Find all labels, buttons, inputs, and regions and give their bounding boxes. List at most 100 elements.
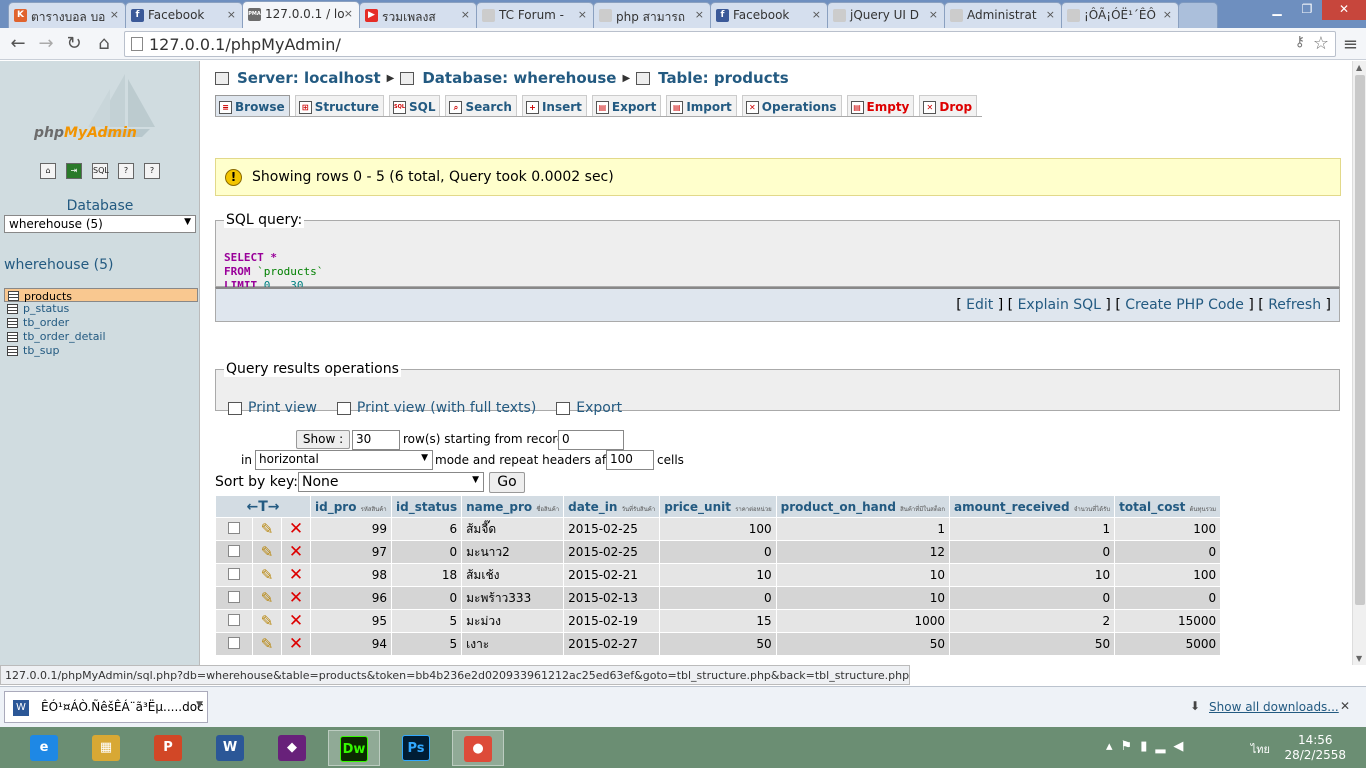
row-checkbox[interactable] — [228, 544, 240, 557]
sidebar-table-tb-order-detail[interactable]: tb_order_detail — [4, 330, 198, 344]
breadcrumb-server[interactable]: Server: localhost — [237, 69, 381, 87]
pma-logo[interactable]: phpMyAdmin — [34, 125, 137, 141]
tab-export[interactable]: ▤ Export — [591, 95, 662, 116]
taskbar-app-6[interactable]: Ps — [390, 730, 442, 766]
address-bar[interactable]: 127.0.0.1/phpMyAdmin/ ⚷ ☆ — [124, 31, 1336, 57]
browser-tab-3[interactable]: ▶ รวมเพลงส × — [359, 2, 477, 28]
battery-icon[interactable]: ▮ — [1140, 739, 1155, 754]
browser-tab-1[interactable]: f Facebook × — [125, 2, 243, 28]
database-title-link[interactable]: wherehouse (5) — [4, 257, 114, 273]
key-icon[interactable]: ⚷ — [1295, 34, 1305, 50]
tab-close-icon[interactable]: × — [461, 8, 470, 21]
tab-structure[interactable]: ⊞ Structure — [294, 95, 384, 116]
chevron-down-icon[interactable]: ▼ — [196, 700, 203, 710]
column-header-name-pro[interactable]: name_pro ชื่อสินค้า — [462, 496, 564, 517]
sidebar-table-tb-order[interactable]: tb_order — [4, 316, 198, 330]
table-icon[interactable] — [7, 304, 18, 314]
sort-by-key-select[interactable]: None ▼ — [298, 472, 484, 492]
go-button[interactable]: Go — [489, 472, 525, 493]
tab-close-icon[interactable]: × — [929, 8, 938, 21]
breadcrumb-database[interactable]: Database: wherehouse — [422, 69, 616, 87]
tab-operations[interactable]: ✕ Operations — [741, 95, 842, 116]
network-icon[interactable]: ▂ — [1155, 739, 1173, 754]
browser-tab-7[interactable]: jQuery UI D × — [827, 2, 945, 28]
taskbar-app-5[interactable]: Dw — [328, 730, 380, 766]
browser-tab-6[interactable]: f Facebook × — [710, 2, 828, 28]
exit-icon[interactable]: ⇥ — [66, 163, 82, 179]
edit-pencil-icon[interactable]: ✎ — [261, 612, 274, 630]
table-icon[interactable] — [7, 332, 18, 342]
browser-tab-9[interactable]: ¡ÔÃ¡ÓË¹´ÊÔ × — [1061, 2, 1179, 28]
tab-close-icon[interactable]: × — [110, 8, 119, 21]
language-indicator[interactable]: ไทย — [1251, 740, 1270, 758]
delete-icon[interactable]: ✕ — [289, 611, 303, 631]
tab-close-icon[interactable]: × — [578, 8, 587, 21]
taskbar-app-0[interactable]: e — [18, 730, 70, 766]
browser-tab-4[interactable]: TC Forum - × — [476, 2, 594, 28]
sql-link-edit[interactable]: Edit — [966, 297, 993, 313]
delete-icon[interactable]: ✕ — [289, 565, 303, 585]
row-checkbox[interactable] — [228, 636, 240, 649]
browser-menu-icon[interactable]: ≡ — [1343, 34, 1358, 55]
sidebar-table-p-status[interactable]: p_status — [4, 302, 198, 316]
taskbar-app-7[interactable]: ● — [452, 730, 504, 766]
table-icon[interactable] — [7, 318, 18, 328]
column-header-id-status[interactable]: id_status — [392, 496, 462, 517]
tab-close-icon[interactable]: × — [812, 8, 821, 21]
home-icon[interactable]: ⌂ — [92, 32, 116, 56]
tab-search[interactable]: ⌕ Search — [445, 95, 517, 116]
sql-docs-icon[interactable]: ? — [144, 163, 160, 179]
column-header-total-cost[interactable]: total_cost ต้นทุนรวม — [1115, 496, 1221, 517]
delete-icon[interactable]: ✕ — [289, 542, 303, 562]
page-scrollbar[interactable]: ▲ ▼ — [1352, 61, 1366, 665]
taskbar-app-3[interactable]: W — [204, 730, 256, 766]
close-window-button[interactable]: ✕ — [1322, 0, 1366, 20]
column-header-price-unit[interactable]: price_unit ราคาต่อหน่วย — [660, 496, 776, 517]
tray-expand-icon[interactable]: ▴ — [1106, 739, 1121, 754]
browser-tab-2[interactable]: PMA 127.0.0.1 / lo × — [242, 1, 360, 29]
show-all-downloads-link[interactable]: Show all downloads... — [1209, 700, 1339, 714]
docs-icon[interactable]: ? — [118, 163, 134, 179]
edit-pencil-icon[interactable]: ✎ — [261, 566, 274, 584]
bookmark-star-icon[interactable]: ☆ — [1313, 33, 1329, 54]
row-checkbox[interactable] — [228, 590, 240, 603]
sql-link-create-php-code[interactable]: Create PHP Code — [1125, 297, 1244, 313]
volume-icon[interactable]: ◀ — [1173, 739, 1191, 754]
edit-pencil-icon[interactable]: ✎ — [261, 520, 274, 538]
edit-pencil-icon[interactable]: ✎ — [261, 589, 274, 607]
table-icon[interactable] — [7, 346, 18, 356]
ops-link-1[interactable]: Print view (with full texts) — [336, 400, 536, 416]
delete-icon[interactable]: ✕ — [289, 519, 303, 539]
tab-insert[interactable]: + Insert — [521, 95, 587, 116]
scroll-down-icon[interactable]: ▼ — [1356, 654, 1362, 663]
tab-close-icon[interactable]: × — [227, 8, 236, 21]
display-mode-select[interactable]: horizontal ▼ — [255, 450, 433, 470]
browser-tab-5[interactable]: php สามารถ × — [593, 2, 711, 28]
maximize-button[interactable]: ❐ — [1292, 0, 1322, 20]
tab-empty[interactable]: ▤ Empty — [846, 95, 915, 116]
flag-icon[interactable]: ⚑ — [1121, 739, 1141, 754]
table-icon[interactable] — [8, 291, 19, 301]
row-checkbox[interactable] — [228, 567, 240, 580]
column-header-amount-received[interactable]: amount_received จำนวนที่ได้รับ — [949, 496, 1115, 517]
tab-drop[interactable]: ✕ Drop — [919, 95, 978, 116]
start-record-input[interactable]: 0 — [558, 430, 624, 450]
browser-tab-0[interactable]: K ตารางบอล บอ × — [8, 2, 126, 28]
tab-close-icon[interactable]: × — [1163, 8, 1172, 21]
row-checkbox[interactable] — [228, 613, 240, 626]
scroll-up-icon[interactable]: ▲ — [1356, 63, 1362, 72]
column-header-product-on-hand[interactable]: product_on_hand สินค้าที่มีในสต็อก — [776, 496, 949, 517]
tab-close-icon[interactable]: × — [344, 7, 353, 20]
tab-browse[interactable]: ≡ Browse — [215, 95, 290, 116]
ops-link-0[interactable]: Print view — [228, 400, 317, 416]
database-select[interactable]: wherehouse (5) ▼ — [4, 215, 196, 233]
tab-sql[interactable]: SQL SQL — [388, 95, 441, 116]
download-item[interactable]: W ÊÓ¹¤ÁÒ.ÑêšÊÁ¨ã³Ëµ.....doc ▼ — [4, 691, 208, 723]
sidebar-table-tb-sup[interactable]: tb_sup — [4, 344, 198, 358]
sql-link-explain-sql[interactable]: Explain SQL — [1018, 297, 1101, 313]
delete-icon[interactable]: ✕ — [289, 588, 303, 608]
reload-icon[interactable]: ↻ — [62, 32, 86, 56]
sql-link-refresh[interactable]: Refresh — [1268, 297, 1321, 313]
taskbar-app-4[interactable]: ◆ — [266, 730, 318, 766]
ops-link-2[interactable]: Export — [556, 400, 622, 416]
